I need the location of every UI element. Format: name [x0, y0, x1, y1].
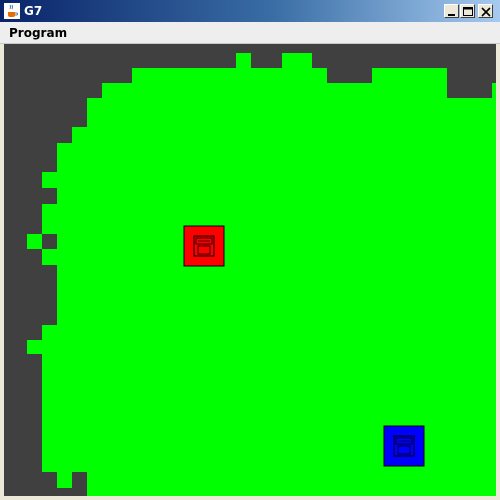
close-button[interactable]	[478, 4, 493, 18]
maximize-icon	[463, 7, 473, 16]
green-territory	[27, 53, 496, 496]
java-cup-icon	[4, 3, 20, 19]
menu-bar: Program	[0, 22, 500, 44]
red-player[interactable]	[183, 225, 225, 267]
blue-player[interactable]	[383, 425, 425, 467]
minimize-button[interactable]	[444, 4, 459, 18]
minimize-icon	[448, 14, 455, 16]
close-icon	[481, 7, 491, 17]
maximize-button[interactable]	[460, 4, 475, 18]
dark-notch	[42, 234, 57, 249]
game-window: G7 Program	[0, 0, 500, 500]
window-frame-right	[496, 44, 500, 500]
game-board-svg	[4, 44, 496, 496]
window-title: G7	[24, 4, 43, 18]
window-frame-bottom	[0, 496, 500, 500]
menu-program[interactable]: Program	[9, 26, 67, 40]
game-board[interactable]	[4, 44, 496, 496]
title-bar[interactable]: G7	[0, 0, 500, 22]
